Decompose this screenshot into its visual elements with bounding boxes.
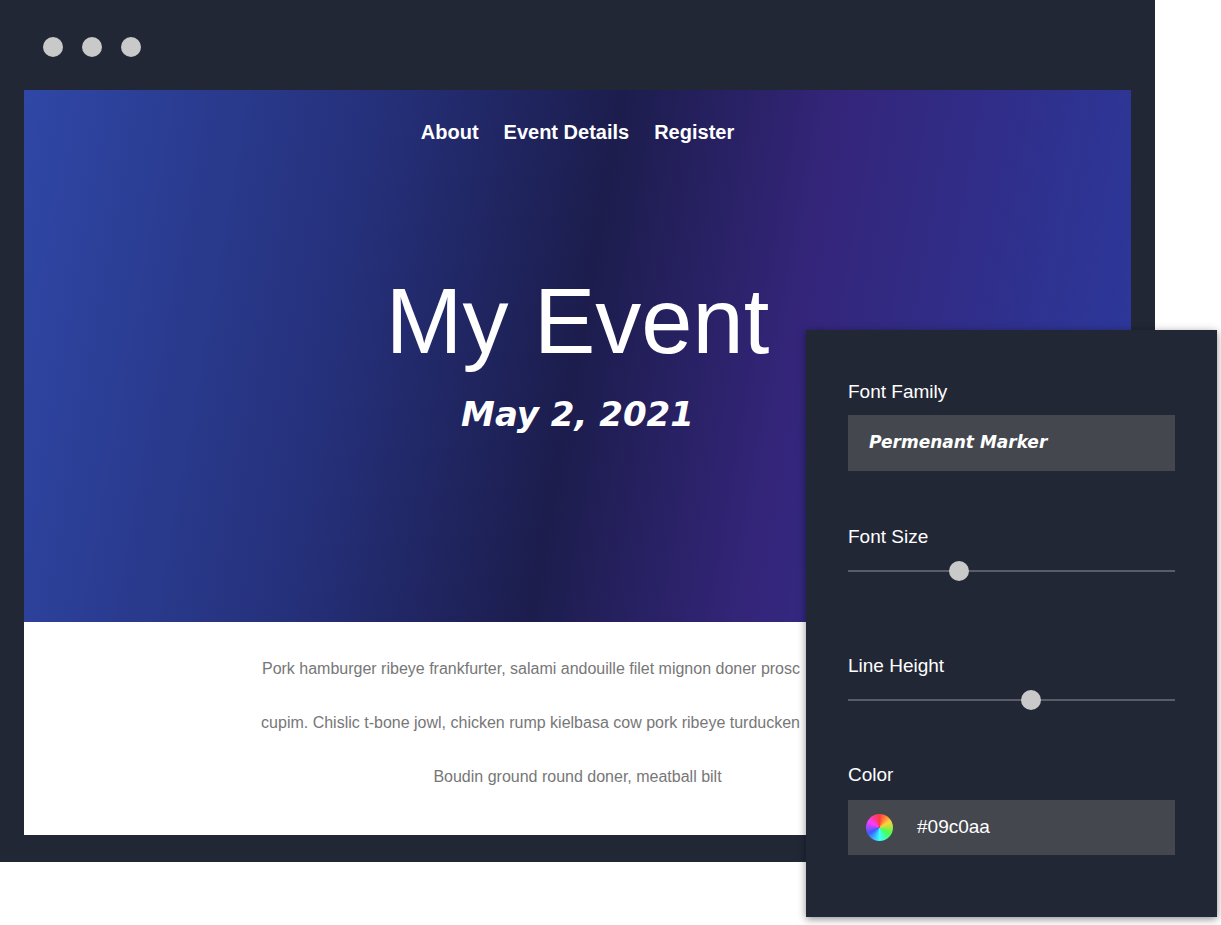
slider-thumb[interactable]: [949, 561, 969, 581]
field-label: Color: [848, 763, 1175, 787]
font-family-value: Permenant Marker: [869, 430, 1047, 456]
color-field[interactable]: #09c0aa: [848, 800, 1175, 855]
nav-bar: About Event Details Register: [421, 90, 734, 144]
color-wheel-icon[interactable]: [866, 814, 893, 841]
font-family-field[interactable]: Permenant Marker: [848, 415, 1175, 471]
event-date: May 2, 2021: [461, 397, 694, 431]
window-dot[interactable]: [82, 37, 102, 57]
field-label: Line Height: [848, 654, 1175, 678]
slider-thumb[interactable]: [1021, 690, 1041, 710]
color-value: #09c0aa: [917, 813, 990, 842]
font-size-slider[interactable]: [848, 559, 1175, 583]
window-dot[interactable]: [121, 37, 141, 57]
field-label: Font Size: [848, 525, 1175, 549]
slider-track[interactable]: [848, 570, 1175, 572]
nav-link[interactable]: Event Details: [504, 120, 630, 144]
line-height-slider[interactable]: [848, 688, 1175, 712]
window-dot[interactable]: [43, 37, 63, 57]
slider-track[interactable]: [848, 699, 1175, 701]
nav-link[interactable]: Register: [654, 120, 734, 144]
event-title: My Event: [386, 275, 769, 367]
field-label: Font Family: [848, 380, 1175, 404]
style-panel: Font Family Permenant Marker Font Size Line…: [806, 330, 1217, 917]
nav-link[interactable]: About: [421, 120, 479, 144]
window-dots: [43, 37, 1155, 57]
